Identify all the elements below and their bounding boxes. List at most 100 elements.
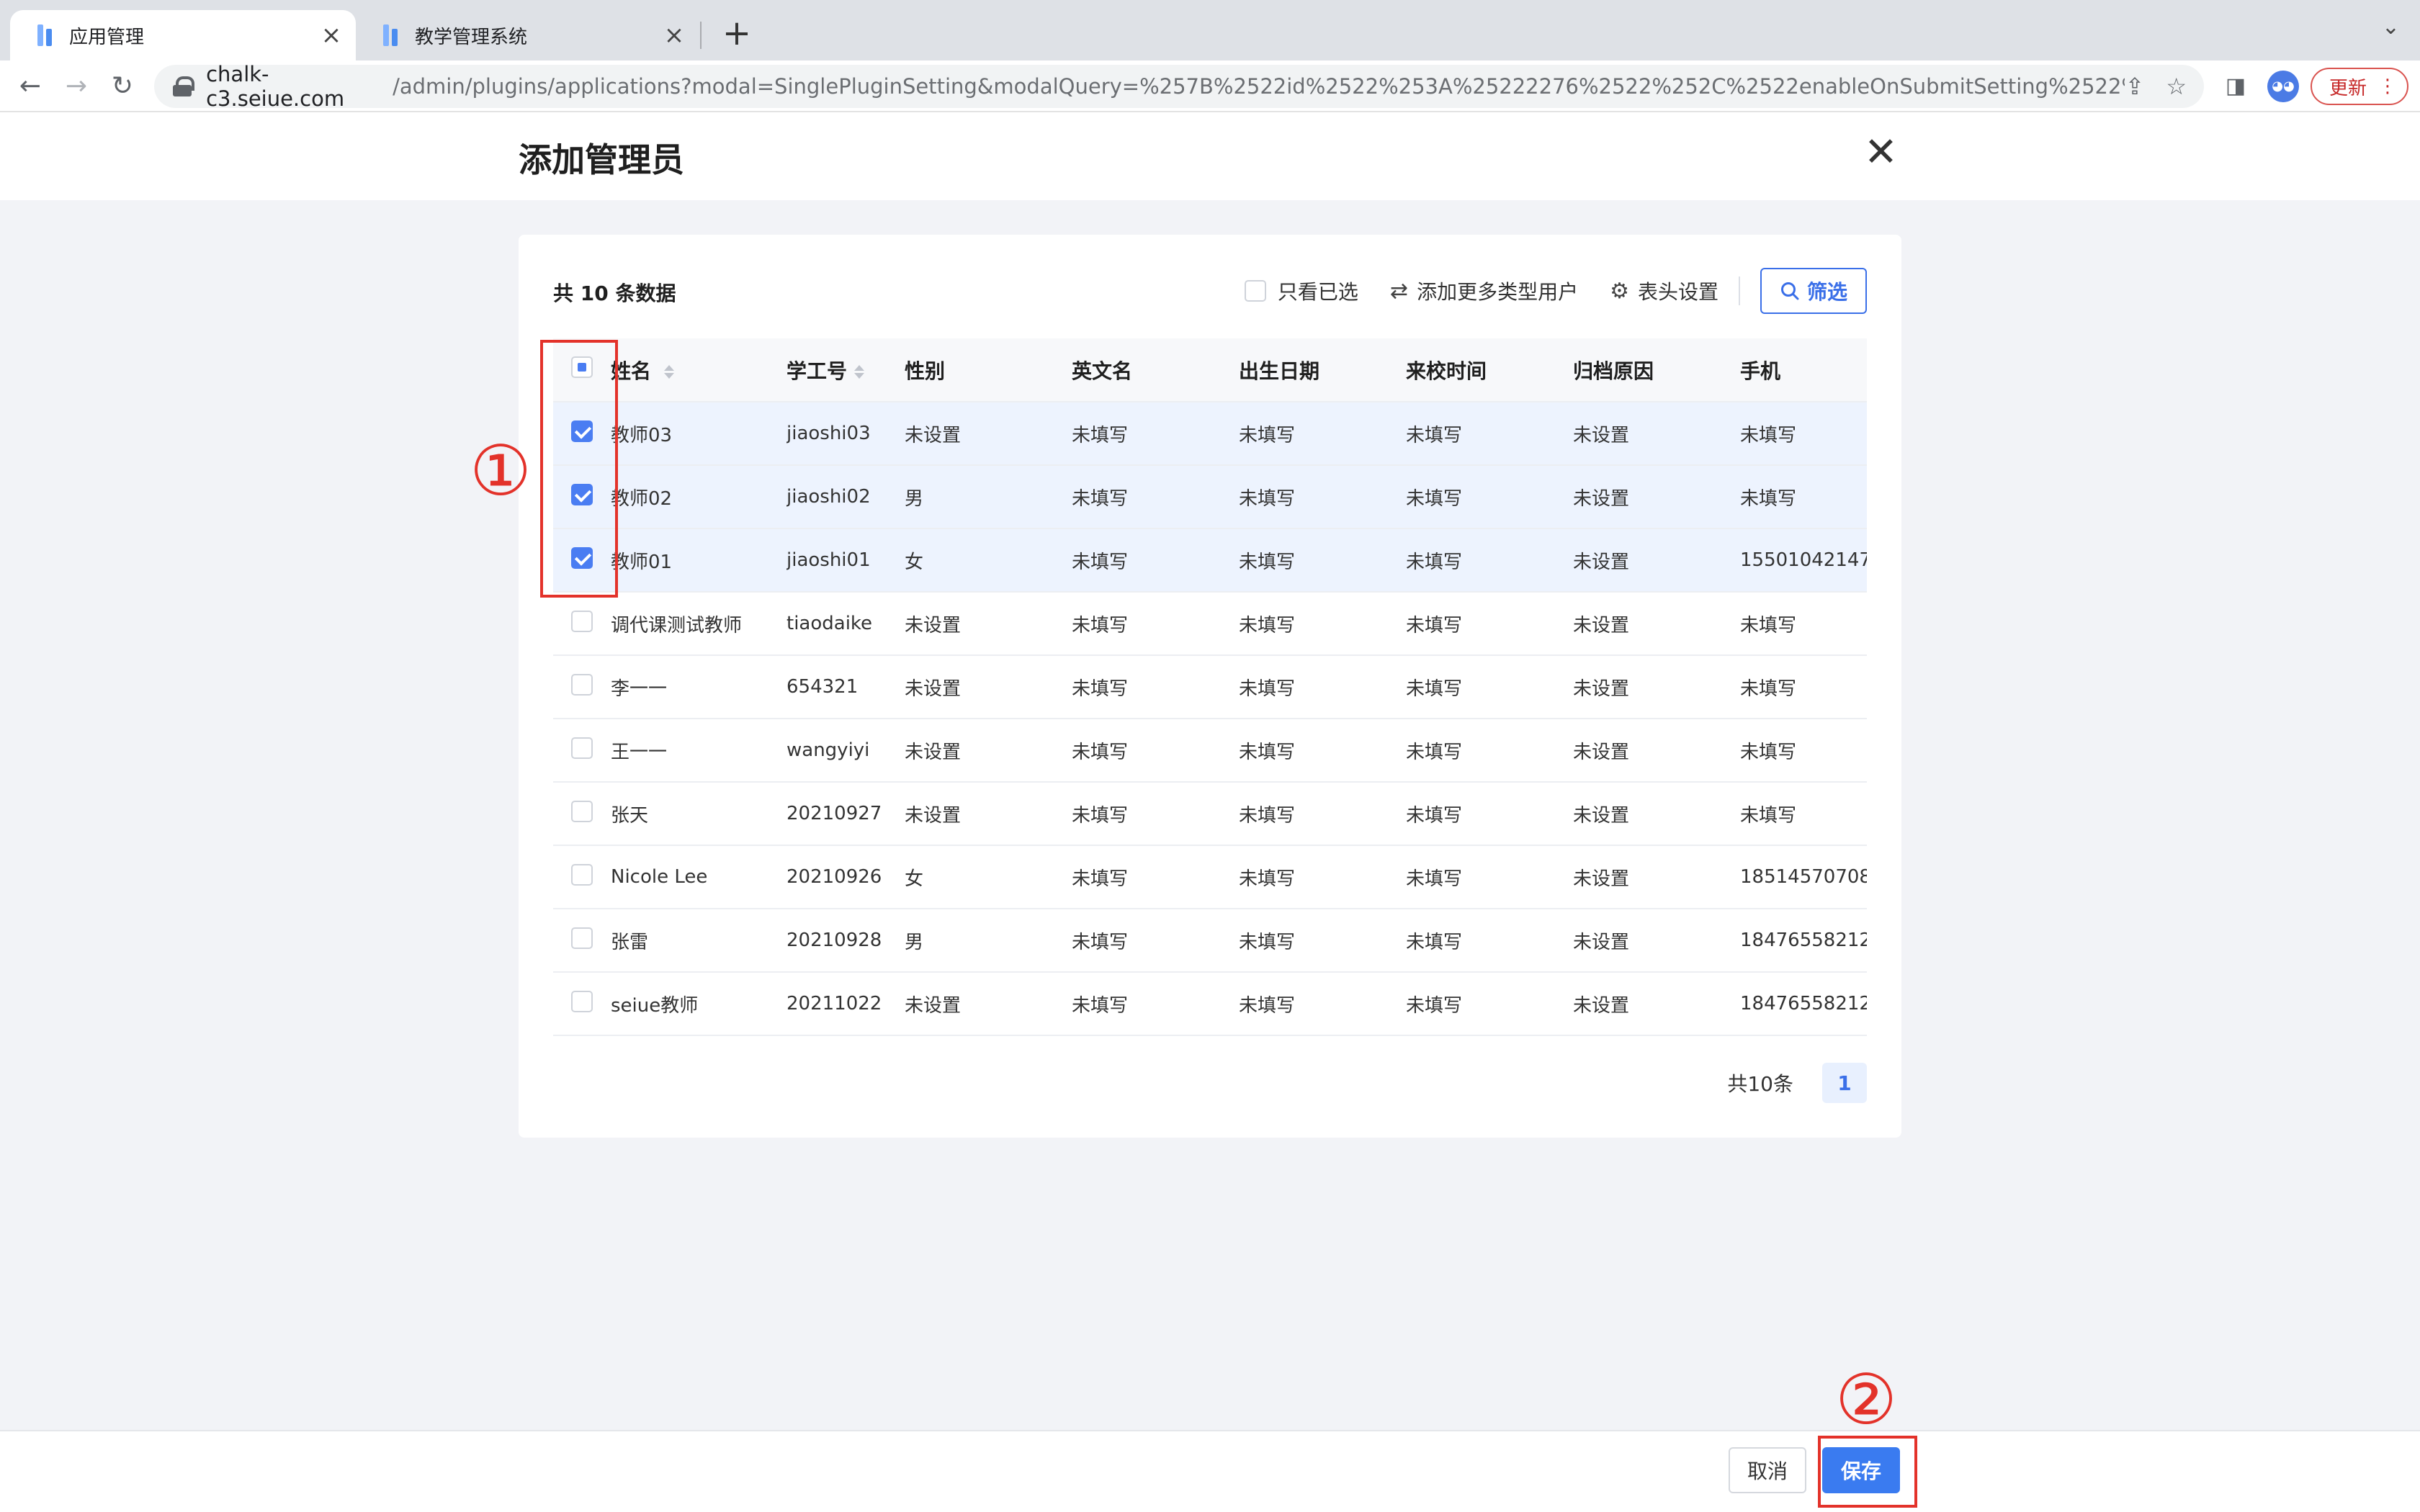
tab-close-icon[interactable]: × [660,21,689,50]
table-row[interactable]: 调代课测试教师 tiaodaike 未设置 未填写 未填写 未填写 未设置 未填写 [553,592,1867,656]
table-cell: 20210928 [786,909,905,973]
table-cell: 未填写 [1406,528,1573,593]
row-checkbox-cell [553,782,611,846]
table-row[interactable]: 王一一 wangyiyi 未设置 未填写 未填写 未填写 未设置 未填写 [553,719,1867,783]
forward-arrow-icon[interactable]: → [59,69,94,104]
table-cell: 未填写 [1740,655,1867,719]
table-cell: 未填写 [1406,972,1573,1036]
gear-icon: ⚙ [1610,278,1629,304]
table-cell: 女 [905,845,1072,909]
table-cell: 未填写 [1072,845,1239,909]
add-more-label: 添加更多类型用户 [1417,280,1579,304]
table-cell: 20210926 [786,845,905,909]
search-icon [1780,282,1799,300]
reload-icon[interactable]: ↻ [105,69,140,104]
header-settings-button[interactable]: ⚙ 表头设置 [1610,276,1718,305]
table-row[interactable]: 张天 20210927 未设置 未填写 未填写 未填写 未设置 未填写 [553,782,1867,846]
cancel-button[interactable]: 取消 [1729,1447,1806,1493]
back-arrow-icon[interactable]: ← [13,69,48,104]
row-checkbox[interactable] [571,863,593,886]
record-count: 共 10 条数据 [553,282,676,305]
column-header-id[interactable]: 学工号 [786,338,905,402]
row-checkbox[interactable] [571,737,593,759]
address-bar[interactable]: chalk-c3.seiue.com /admin/plugins/applic… [154,62,2204,111]
table-cell: 未填写 [1406,655,1573,719]
table-header-row: 姓名 学工号 性别 英文名 出生日期 来校时间 归档原因 手机 [553,338,1867,402]
only-selected-checkbox[interactable] [1244,280,1266,302]
bookmark-star-icon[interactable]: ☆ [2166,73,2187,100]
table-cell: 未设置 [1573,465,1740,529]
row-checkbox[interactable] [571,800,593,822]
share-icon[interactable]: ⇪ [2125,73,2145,100]
table-cell: 未填写 [1239,845,1406,909]
new-tab-plus-icon[interactable]: + [719,13,755,53]
row-checkbox[interactable] [571,610,593,632]
profile-avatar[interactable]: ◕◕ [2267,71,2299,102]
column-header-phone: 手机 [1740,338,1867,402]
table-cell: 未填写 [1239,592,1406,656]
table-cell: 未填写 [1406,465,1573,529]
toolbar-divider [1739,276,1740,305]
table-cell: 20210927 [786,782,905,846]
browser-tab[interactable]: 教学管理系统 × [356,10,699,60]
table-cell: 未填写 [1239,719,1406,783]
table-row[interactable]: seiue教师 20211022 未设置 未填写 未填写 未填写 未设置 1847655821… [553,972,1867,1036]
table-cell: seiue教师 [611,972,786,1036]
only-selected-label: 只看已选 [1277,280,1358,304]
table-cell: 18514570708 [1740,845,1867,909]
row-checkbox-cell [553,845,611,909]
table-cell: 教师03 [611,402,786,466]
table-cell: 调代课测试教师 [611,592,786,656]
only-selected-toggle[interactable]: 只看已选 [1244,276,1358,305]
row-checkbox[interactable] [571,673,593,696]
close-icon[interactable]: ✕ [1864,132,1898,173]
annotation-step-1: ① [470,431,532,511]
table-cell: 教师02 [611,465,786,529]
table-cell: 未设置 [905,719,1072,783]
table-cell: 未设置 [1573,592,1740,656]
sort-icon[interactable] [664,365,675,379]
sort-icon[interactable] [854,365,865,379]
row-checkbox-cell [553,972,611,1036]
filter-button[interactable]: 筛选 [1760,268,1867,314]
table-row[interactable]: 教师03 jiaoshi03 未设置 未填写 未填写 未填写 未设置 未填写 [553,402,1867,466]
table-cell: 654321 [786,655,905,719]
pagination-total: 共10条 [1727,1072,1793,1096]
modal-footer: 取消 保存 [0,1430,2420,1512]
table-cell: 未填写 [1406,402,1573,466]
side-panel-icon[interactable]: ◨ [2218,69,2253,104]
table-row[interactable]: 张雷 20210928 男未填写 未填写 未填写 未设置 18476558212 [553,909,1867,973]
header-settings-label: 表头设置 [1637,280,1718,304]
table-cell: 未填写 [1072,655,1239,719]
table-cell: tiaodaike [786,592,905,656]
row-checkbox-cell [553,592,611,656]
table-cell: 未填写 [1072,782,1239,846]
tab-search-chevron-icon[interactable]: ⌄ [2382,14,2400,40]
table-cell: 张雷 [611,909,786,973]
table-cell: 未填写 [1072,402,1239,466]
row-checkbox[interactable] [571,990,593,1012]
row-checkbox-cell [553,909,611,973]
table-cell: 未填写 [1239,528,1406,593]
tab-close-icon[interactable]: × [317,21,346,50]
table-cell: 未填写 [1072,909,1239,973]
table-row[interactable]: 李一一 654321 未设置 未填写 未填写 未填写 未设置 未填写 [553,655,1867,719]
add-more-user-types-button[interactable]: ⇄ 添加更多类型用户 [1390,276,1578,305]
table-toolbar: 只看已选 ⇄ 添加更多类型用户 ⚙ 表头设置 筛选 [1213,268,1867,314]
table-row[interactable]: Nicole Lee 20210926 女未填写 未填写 未填写 未设置 185145707… [553,845,1867,909]
page-number-button[interactable]: 1 [1822,1063,1867,1103]
column-header-gender: 性别 [905,338,1072,402]
column-header-name[interactable]: 姓名 [611,338,786,402]
browser-tab-active[interactable]: 应用管理 × [10,10,356,60]
table-cell: 未设置 [1573,655,1740,719]
table-row[interactable]: 教师01 jiaoshi01 女未填写 未填写 未填写 未设置 15501042147 [553,528,1867,593]
table-cell: 未填写 [1072,592,1239,656]
table-cell: 未填写 [1406,592,1573,656]
row-checkbox[interactable] [571,927,593,949]
table-row[interactable]: 教师02 jiaoshi02 男未填写 未填写 未填写 未设置 未填写 [553,465,1867,529]
table-cell: 未填写 [1740,592,1867,656]
table-cell: 未设置 [1573,782,1740,846]
table-cell: 未设置 [905,402,1072,466]
browser-update-button[interactable]: 更新 ⋮ [2311,68,2408,105]
page-title: 添加管理员 [519,140,684,179]
